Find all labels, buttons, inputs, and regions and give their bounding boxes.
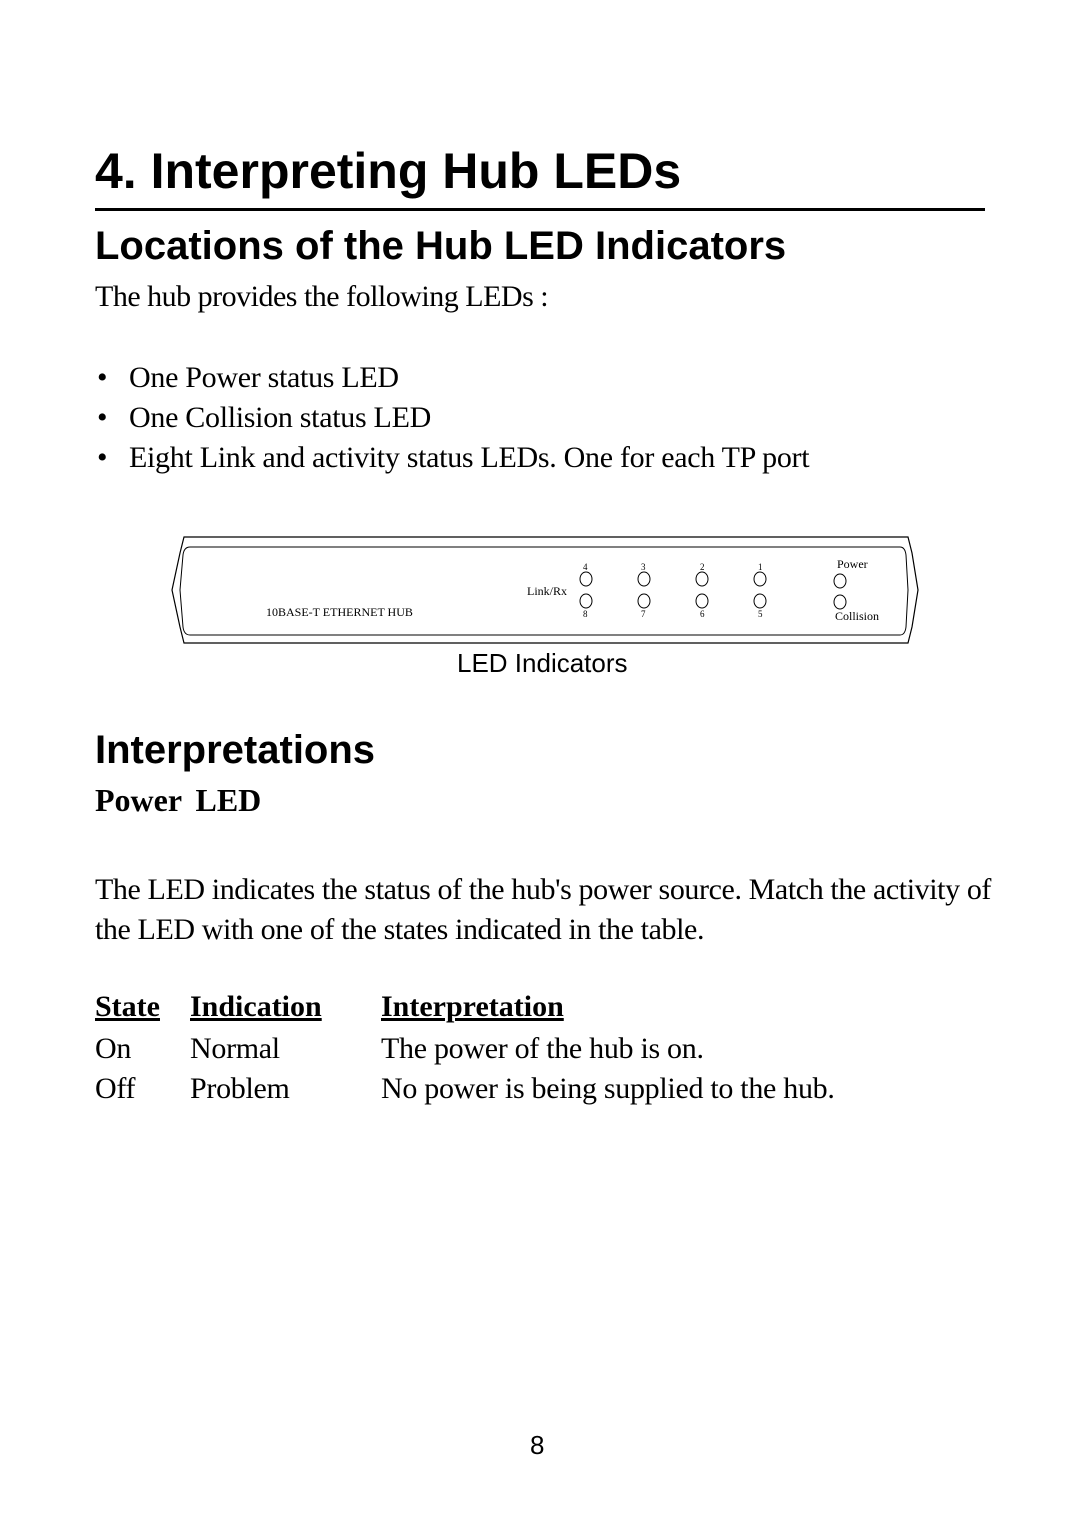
port-leds: 4 3 2 1 8 7 6 5 [579, 562, 767, 619]
led-power [833, 573, 847, 589]
list-item-text: One Power status LED [129, 361, 399, 394]
section-heading-interpretations: Interpretations [95, 728, 376, 772]
header-state: State [95, 990, 160, 1023]
led-collision [833, 594, 847, 610]
header-indication: Indication [190, 990, 322, 1023]
table-row: On Normal The power of the hub is on. [95, 1032, 835, 1072]
port-number: 1 [758, 562, 763, 572]
led-list: • One Power status LED • One Collision sta… [95, 360, 810, 480]
port-number: 4 [583, 562, 588, 572]
page-number: 8 [530, 1430, 545, 1460]
port-number: 8 [583, 609, 588, 619]
led-port-4 [579, 571, 593, 587]
led-port-3 [637, 571, 651, 587]
bullet-icon: • [97, 401, 108, 434]
cell-state: Off [95, 1072, 136, 1105]
bullet-icon: • [97, 441, 108, 474]
power-led-description: The LED indicates the status of the hub'… [95, 873, 992, 946]
header-interpretation: Interpretation [381, 990, 564, 1023]
diagram-caption: LED Indicators [457, 648, 628, 678]
link-rx-label: Link/Rx [527, 584, 567, 598]
port-number: 6 [700, 609, 705, 619]
led-port-8 [579, 593, 593, 609]
list-item: • One Collision status LED [95, 400, 809, 440]
table-row: Off Problem No power is being supplied t… [95, 1072, 835, 1112]
cell-interpretation: The power of the hub is on. [381, 1032, 704, 1065]
list-item: • Eight Link and activity status LEDs. On… [95, 440, 810, 480]
cell-indication: Normal [190, 1032, 280, 1065]
port-number: 3 [641, 562, 646, 572]
power-label: Power [837, 557, 868, 571]
led-port-1 [753, 571, 767, 587]
port-number: 5 [758, 609, 763, 619]
led-port-2 [695, 571, 709, 587]
port-number: 7 [641, 609, 646, 619]
cell-interpretation: No power is being supplied to the hub. [381, 1072, 835, 1105]
subheading-power-led: Power LED [95, 782, 262, 818]
section-heading-locations: Locations of the Hub LED Indicators [95, 224, 787, 268]
power-led-table: State Indication Interpretation On Norma… [95, 990, 835, 1112]
led-port-7 [637, 593, 651, 609]
led-port-6 [695, 593, 709, 609]
product-label: 10BASE-T ETHERNET HUB [266, 605, 413, 619]
list-item: • One Power status LED [95, 360, 809, 400]
cell-indication: Problem [190, 1072, 290, 1105]
cell-state: On [95, 1032, 132, 1065]
hub-front-panel-diagram: 10BASE-T ETHERNET HUB Link/Rx 4 3 2 1 8 … [171, 536, 919, 644]
collision-label: Collision [835, 609, 879, 623]
bullet-icon: • [97, 361, 108, 394]
title-rule [95, 208, 985, 211]
led-port-5 [753, 593, 767, 609]
list-item-text: One Collision status LED [129, 401, 431, 434]
table-header-row: State Indication Interpretation [95, 990, 835, 1032]
port-number: 2 [700, 562, 705, 572]
list-item-text: Eight Link and activity status LEDs. One… [129, 441, 810, 474]
intro-text: The hub provides the following LEDs : [95, 280, 549, 313]
chapter-title: 4. Interpreting Hub LEDs [95, 143, 682, 199]
